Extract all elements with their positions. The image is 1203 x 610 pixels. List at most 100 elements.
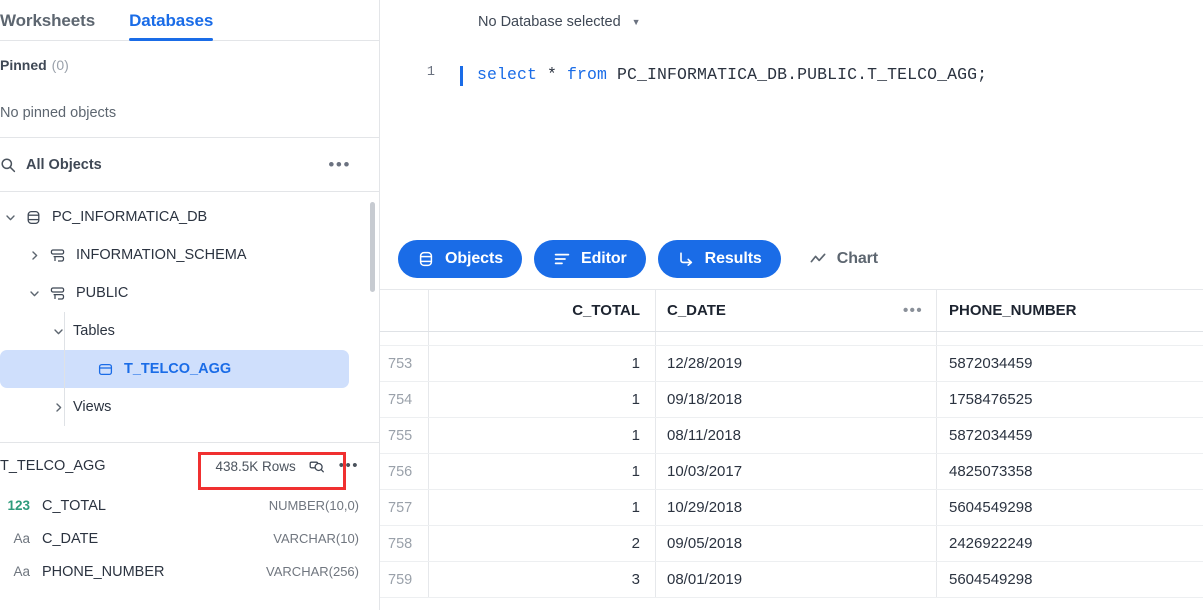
table-icon [97, 361, 114, 378]
button-label: Objects [445, 250, 503, 268]
database-selector[interactable]: No Database selected ▼ [380, 0, 1203, 44]
ellipsis-icon[interactable]: ••• [328, 161, 351, 169]
worksheet-pane: No Database selected ▼ 1 select * from P… [380, 0, 1203, 610]
cell-c-date: 08/01/2019 [656, 562, 937, 597]
cell-phone-number: 5872034459 [937, 346, 1182, 381]
cell-phone-number: 3052113299 [937, 332, 1182, 345]
ellipsis-icon[interactable]: ••• [339, 463, 359, 469]
database-icon [25, 209, 42, 226]
cell-c-total: 1 [429, 418, 656, 453]
tree-item-tables-group[interactable]: Tables [0, 312, 379, 350]
sidebar-tabbar: Worksheets Databases [0, 0, 379, 41]
panel-toolbar: Objects Editor [380, 228, 1203, 290]
tab-worksheets[interactable]: Worksheets [0, 11, 95, 40]
row-count-label: 438.5K Rows [215, 459, 295, 474]
cell-c-total: 1 [429, 490, 656, 525]
sql-star: * [537, 65, 567, 84]
tree-guide-line [64, 312, 65, 350]
cell-c-total: 1 [429, 332, 656, 345]
row-index: 755 [380, 418, 429, 453]
cell-c-total: 3 [429, 562, 656, 597]
table-row[interactable]: 759 3 08/01/2019 5604549298 [380, 562, 1203, 598]
tree-item-database[interactable]: PC_INFORMATICA_DB [0, 198, 379, 236]
detail-column-row[interactable]: Aa C_DATE VARCHAR(10) [0, 522, 379, 555]
text-cursor [460, 66, 463, 86]
cell-c-date: 09/18/2018 [656, 382, 937, 417]
column-type: VARCHAR(256) [266, 564, 359, 579]
cell-c-date: 07/05/2018 [656, 332, 937, 345]
header-c-date[interactable]: C_DATE ••• [656, 290, 937, 331]
number-type-icon: 123 [0, 498, 30, 513]
table-row[interactable]: 753 1 12/28/2019 5872034459 [380, 346, 1203, 382]
chevron-down-icon[interactable]: ▼ [632, 17, 641, 27]
tree-label: PUBLIC [76, 285, 128, 301]
button-label: Editor [581, 250, 627, 268]
line-number: 1 [380, 65, 435, 80]
cell-c-total: 1 [429, 454, 656, 489]
pinned-label: Pinned [0, 57, 47, 73]
snowflake-worksheet-app: Worksheets Databases Pinned (0) No pinne… [0, 0, 1203, 610]
ellipsis-icon[interactable]: ••• [903, 308, 923, 314]
lines-icon [553, 250, 571, 268]
table-row[interactable]: 755 1 08/11/2018 5872034459 [380, 418, 1203, 454]
header-phone-number[interactable]: PHONE_NUMBER [937, 290, 1182, 331]
sql-keyword-select: select [477, 65, 537, 84]
column-type: NUMBER(10,0) [269, 498, 359, 513]
tree-item-views-group[interactable]: Views [0, 388, 379, 426]
text-type-icon: Aa [0, 531, 30, 546]
cell-c-date: 09/05/2018 [656, 526, 937, 561]
row-index: 758 [380, 526, 429, 561]
row-index: 754 [380, 382, 429, 417]
text-type-icon: Aa [0, 564, 30, 579]
chevron-down-icon[interactable] [4, 211, 17, 224]
chevron-right-icon[interactable] [28, 249, 41, 262]
cell-phone-number: 4825073358 [937, 454, 1182, 489]
tab-databases[interactable]: Databases [129, 11, 213, 40]
tree-label: Tables [73, 323, 115, 339]
table-row[interactable]: 756 1 10/03/2017 4825073358 [380, 454, 1203, 490]
tree-item-information-schema[interactable]: INFORMATION_SCHEMA [0, 236, 379, 274]
left-sidebar: Worksheets Databases Pinned (0) No pinne… [0, 0, 380, 610]
tree-label: INFORMATION_SCHEMA [76, 247, 247, 263]
table-detail-panel: T_TELCO_AGG 438.5K Rows ••• 123 C_TOTA [0, 442, 379, 610]
column-type: VARCHAR(10) [273, 531, 359, 546]
tree-label: Views [73, 399, 111, 415]
tree-label: T_TELCO_AGG [124, 361, 231, 377]
tree-item-public-schema[interactable]: PUBLIC [0, 274, 379, 312]
detail-column-row[interactable]: Aa PHONE_NUMBER VARCHAR(256) [0, 555, 379, 588]
sql-code[interactable]: select * from PC_INFORMATICA_DB.PUBLIC.T… [477, 65, 987, 84]
button-chart[interactable]: Chart [793, 240, 897, 278]
tree-label: PC_INFORMATICA_DB [52, 209, 207, 225]
row-index: 752 [380, 332, 429, 345]
button-objects[interactable]: Objects [398, 240, 522, 278]
cell-c-total: 1 [429, 382, 656, 417]
chevron-down-icon[interactable] [28, 287, 41, 300]
cell-phone-number: 2426922249 [937, 526, 1182, 561]
editor-line: 1 select * from PC_INFORMATICA_DB.PUBLIC… [380, 44, 1203, 86]
schema-icon [49, 247, 66, 264]
sql-keyword-from: from [567, 65, 607, 84]
line-chart-icon [809, 250, 827, 268]
button-label: Chart [837, 250, 878, 268]
table-row[interactable]: 754 1 09/18/2018 1758476525 [380, 382, 1203, 418]
header-c-total[interactable]: C_TOTAL [429, 290, 656, 331]
sql-editor[interactable]: 1 select * from PC_INFORMATICA_DB.PUBLIC… [380, 44, 1203, 228]
cell-phone-number: 1758476525 [937, 382, 1182, 417]
schema-icon [49, 285, 66, 302]
tree-item-table-t-telco-agg[interactable]: T_TELCO_AGG [0, 350, 349, 388]
search-icon [0, 157, 16, 173]
header-label: C_DATE [667, 302, 726, 319]
table-row[interactable]: 757 1 10/29/2018 5604549298 [380, 490, 1203, 526]
all-objects-row[interactable]: All Objects ••• [0, 138, 379, 192]
cell-c-date: 12/28/2019 [656, 346, 937, 381]
row-index: 753 [380, 346, 429, 381]
button-label: Results [705, 250, 762, 268]
button-editor[interactable]: Editor [534, 240, 646, 278]
cell-c-date: 08/11/2018 [656, 418, 937, 453]
cell-c-date: 10/29/2018 [656, 490, 937, 525]
button-results[interactable]: Results [658, 240, 781, 278]
magnifier-data-icon[interactable] [308, 458, 325, 475]
table-row[interactable]: 752 1 07/05/2018 3052113299 [380, 332, 1203, 346]
detail-column-row[interactable]: 123 C_TOTAL NUMBER(10,0) [0, 489, 379, 522]
table-row[interactable]: 758 2 09/05/2018 2426922249 [380, 526, 1203, 562]
